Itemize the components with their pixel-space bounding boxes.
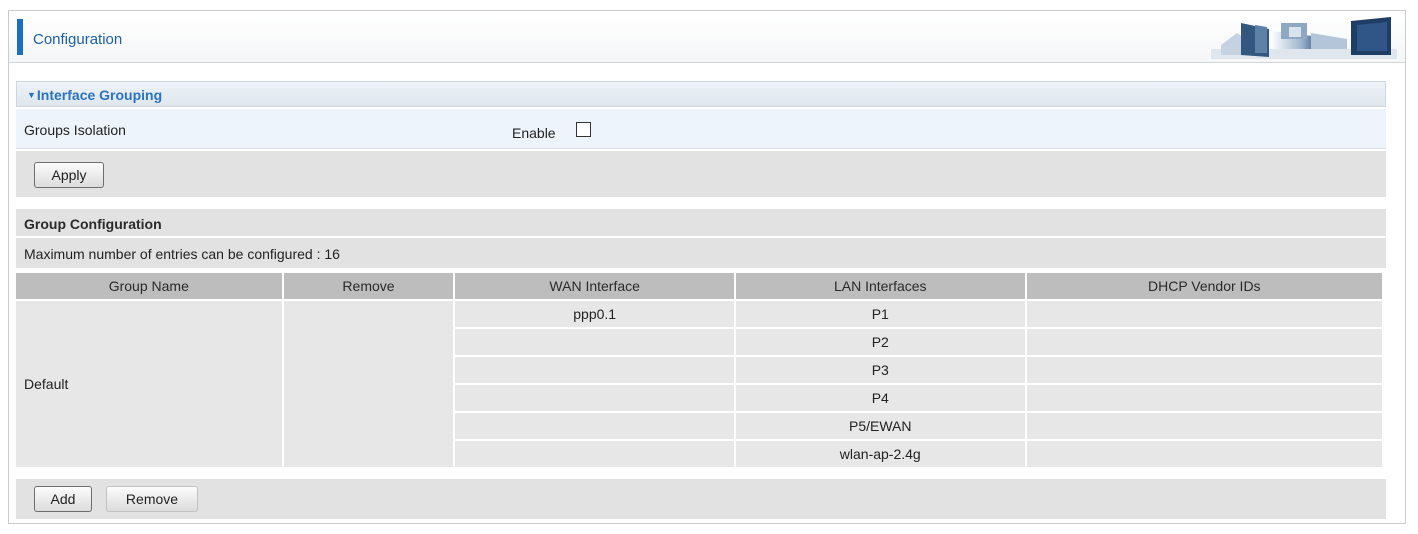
col-dhcp-vendor-ids: DHCP Vendor IDs [1026, 273, 1382, 299]
col-wan-interface: WAN Interface [455, 273, 734, 299]
group-configuration-table: Group Name Remove WAN Interface LAN Inte… [14, 271, 1384, 469]
add-remove-row: Add Remove [16, 479, 1386, 519]
lan-interface-cell: P5/EWAN [735, 413, 1025, 439]
wan-interface-cell: ppp0.1 [455, 301, 734, 327]
groups-isolation-label: Groups Isolation [24, 122, 126, 138]
wan-interface-cell [455, 441, 734, 467]
table-header-row: Group Name Remove WAN Interface LAN Inte… [16, 273, 1382, 299]
apply-row: Apply [16, 151, 1386, 197]
dhcp-vendor-cell [1026, 329, 1382, 355]
wan-interface-cell [455, 329, 734, 355]
groups-isolation-enable-checkbox[interactable] [576, 122, 591, 137]
group-configuration-title: Group Configuration [16, 209, 1386, 236]
enable-label: Enable [512, 125, 556, 141]
lan-interface-cell: P4 [735, 385, 1025, 411]
interface-grouping-title: Interface Grouping [36, 87, 163, 103]
lan-interface-cell: P3 [735, 357, 1025, 383]
dhcp-vendor-cell [1026, 385, 1382, 411]
dhcp-vendor-cell [1026, 413, 1382, 439]
table-row: Default ppp0.1 P1 [16, 301, 1382, 467]
lan-interface-cell: P1 [735, 301, 1025, 327]
wan-interface-cell [455, 385, 734, 411]
lan-interface-cell: P2 [735, 329, 1025, 355]
col-lan-interfaces: LAN Interfaces [735, 273, 1025, 299]
lan-interface-cell: wlan-ap-2.4g [735, 441, 1025, 467]
col-remove: Remove [283, 273, 454, 299]
dhcp-vendor-cell [1026, 301, 1382, 327]
max-entries-text: Maximum number of entries can be configu… [16, 238, 1386, 268]
add-button[interactable]: Add [34, 486, 92, 512]
remove-button[interactable]: Remove [106, 486, 198, 512]
configuration-frame: Configuration ▼Interface Grouping Groups… [8, 10, 1406, 524]
dhcp-vendor-cell [1026, 357, 1382, 383]
collapse-triangle-icon: ▼ [27, 90, 36, 100]
groups-isolation-row: Groups Isolation Enable [16, 109, 1386, 149]
wan-interface-cell [455, 357, 734, 383]
remove-cell [283, 301, 454, 467]
group-name-cell: Default [16, 301, 282, 467]
wan-interface-cell [455, 413, 734, 439]
dhcp-vendor-cell [1026, 441, 1382, 467]
col-group-name: Group Name [16, 273, 282, 299]
interface-grouping-section-header: ▼Interface Grouping [16, 81, 1386, 107]
content-panel: ▼Interface Grouping Groups Isolation Ena… [16, 11, 1386, 525]
apply-button[interactable]: Apply [34, 162, 104, 188]
